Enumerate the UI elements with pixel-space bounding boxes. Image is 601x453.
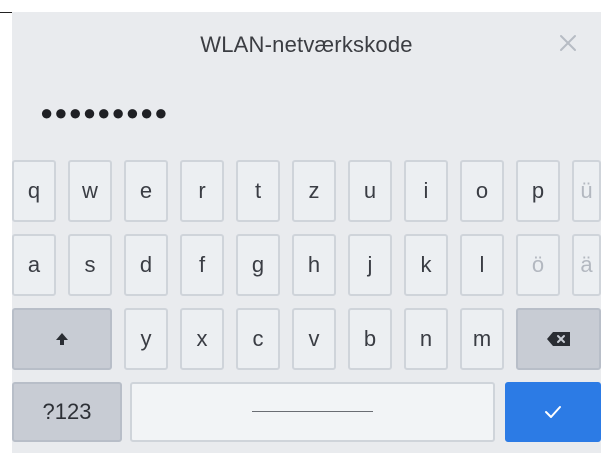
key-q[interactable]: q xyxy=(12,160,56,222)
key-d[interactable]: d xyxy=(124,234,168,296)
key-h[interactable]: h xyxy=(292,234,336,296)
key-t[interactable]: t xyxy=(236,160,280,222)
wifi-password-screen: WLAN-netværkskode ●●●●●●●●● q w e r t z … xyxy=(12,12,601,453)
key-b[interactable]: b xyxy=(348,308,392,370)
key-a-umlaut[interactable]: ä xyxy=(572,234,601,296)
key-o-umlaut[interactable]: ö xyxy=(516,234,560,296)
key-c[interactable]: c xyxy=(236,308,280,370)
mode-switch-key[interactable]: ?123 xyxy=(12,382,122,442)
password-masked-value: ●●●●●●●●● xyxy=(40,100,169,125)
key-k[interactable]: k xyxy=(404,234,448,296)
key-e[interactable]: e xyxy=(124,160,168,222)
key-u[interactable]: u xyxy=(348,160,392,222)
onscreen-keyboard: q w e r t z u i o p ü a s d f g h j k l … xyxy=(12,160,601,453)
key-u-umlaut[interactable]: ü xyxy=(572,160,601,222)
backspace-key[interactable] xyxy=(516,308,601,370)
password-input[interactable]: ●●●●●●●●● xyxy=(12,86,601,156)
backspace-icon xyxy=(546,330,572,348)
key-r[interactable]: r xyxy=(180,160,224,222)
close-icon[interactable] xyxy=(555,30,581,56)
dialog-header: WLAN-netværkskode xyxy=(12,12,601,82)
shift-icon xyxy=(53,330,71,348)
key-w[interactable]: w xyxy=(68,160,112,222)
key-x[interactable]: x xyxy=(180,308,224,370)
key-l[interactable]: l xyxy=(460,234,504,296)
key-m[interactable]: m xyxy=(460,308,504,370)
dialog-title: WLAN-netværkskode xyxy=(200,32,413,57)
checkmark-icon xyxy=(543,404,563,420)
space-key[interactable] xyxy=(130,382,495,442)
key-n[interactable]: n xyxy=(404,308,448,370)
top-separator-line xyxy=(0,12,12,13)
key-y[interactable]: y xyxy=(124,308,168,370)
key-s[interactable]: s xyxy=(68,234,112,296)
key-p[interactable]: p xyxy=(516,160,560,222)
key-o[interactable]: o xyxy=(460,160,504,222)
key-a[interactable]: a xyxy=(12,234,56,296)
key-f[interactable]: f xyxy=(180,234,224,296)
key-v[interactable]: v xyxy=(292,308,336,370)
confirm-key[interactable] xyxy=(505,382,601,442)
key-i[interactable]: i xyxy=(404,160,448,222)
shift-key[interactable] xyxy=(12,308,112,370)
key-j[interactable]: j xyxy=(348,234,392,296)
space-indicator-line xyxy=(252,410,373,412)
key-z[interactable]: z xyxy=(292,160,336,222)
key-g[interactable]: g xyxy=(236,234,280,296)
